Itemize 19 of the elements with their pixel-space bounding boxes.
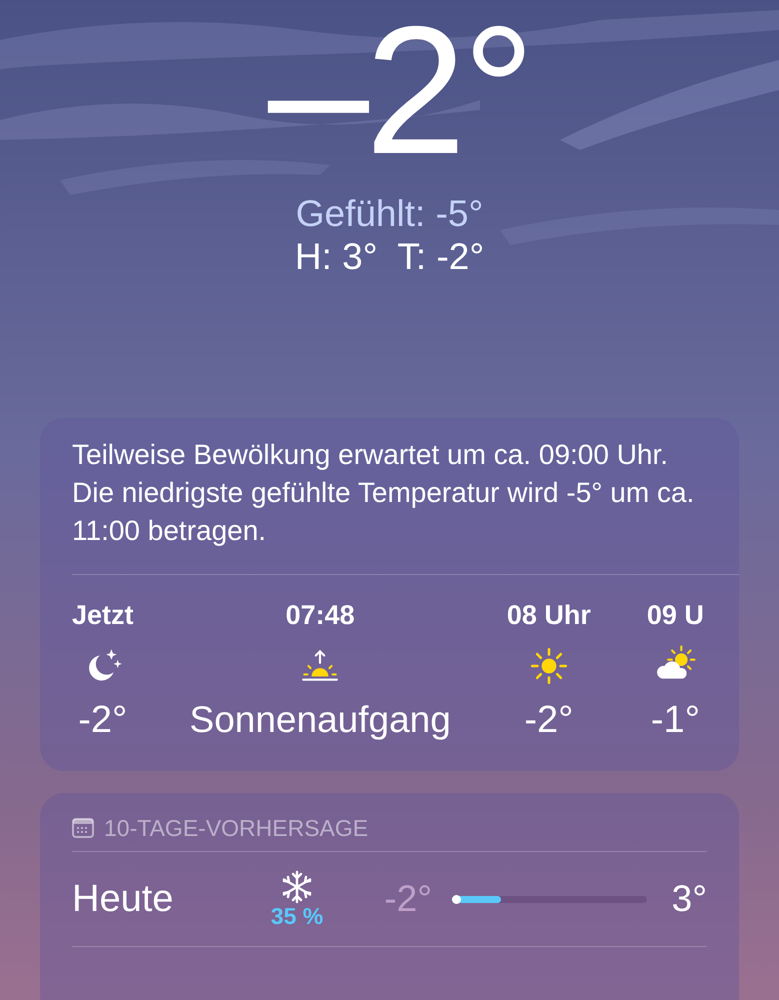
high-low-text: H: 3° T: -2° [294,235,484,278]
section-title: 10-TAGE-VORHERSAGE [104,815,368,841]
day-label: Heute [72,876,174,922]
calendar-icon [72,817,94,839]
event-time: 07:48 [286,599,355,631]
hour-label: Jetzt [72,599,134,631]
hour-temperature: -2° [78,698,128,743]
low-temperature: -2° [383,877,432,922]
snowflake-icon [280,870,314,904]
hour-temperature: -1° [650,698,700,743]
current-temperature: –2° [266,0,532,180]
forecast-summary: Teilweise Bewölkung erwartet um ca. 09:00 Uhr. Die niedrigste gefühlte Temperatur wird -5° um ca. 11:00 betragen. [71,438,696,548]
hour-label: 08 Uhr [506,599,591,631]
event-name: Sonnenaufgang [190,698,451,742]
feels-like-text: Gefühlt: -5° [296,192,484,235]
hour-temperature: -2° [524,698,574,743]
high-temperature: 3° [670,877,707,922]
precipitation-chance: 35 % [270,904,324,928]
hour-label: 09 U [646,599,704,631]
